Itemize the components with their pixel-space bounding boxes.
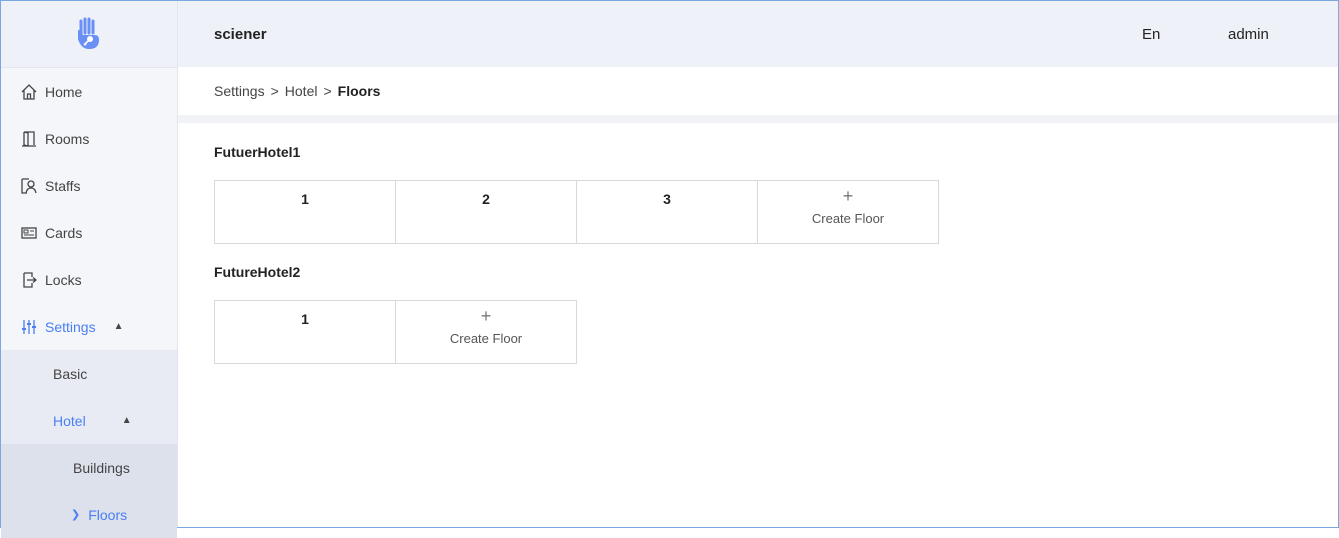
floor-number: 1 <box>301 191 309 207</box>
create-floor-label: Create Floor <box>449 331 523 346</box>
sidebar-item-label: Hotel <box>53 412 86 429</box>
sidebar-item-label: Locks <box>45 271 82 288</box>
hand-key-logo-icon <box>78 17 99 49</box>
card-icon <box>19 223 39 243</box>
sidebar: Home Rooms Staffs Cards Locks Settings ▲… <box>1 1 178 538</box>
create-floor-label: Create Floor <box>811 211 885 226</box>
floor-number: 1 <box>301 311 309 327</box>
sidebar-item-buildings[interactable]: Buildings <box>1 444 177 491</box>
sidebar-item-label: Buildings <box>73 459 130 476</box>
top-header: sciener En admin <box>178 1 1338 67</box>
sidebar-item-locks[interactable]: Locks <box>1 256 177 303</box>
breadcrumb-current: Floors <box>337 83 381 99</box>
building-title: FutuerHotel1 <box>214 144 301 160</box>
breadcrumb: Settings > Hotel > Floors <box>178 67 1338 123</box>
floor-card[interactable]: 1 <box>214 180 396 244</box>
create-floor-button[interactable]: + Create Floor <box>395 300 577 364</box>
sidebar-item-label: Staffs <box>45 177 81 194</box>
floor-grid: 1 2 3 + Create Floor <box>214 180 1319 244</box>
sidebar-item-hotel[interactable]: Hotel ▲ <box>1 397 177 444</box>
language-switch[interactable]: En <box>1142 26 1160 43</box>
plus-icon: + <box>842 186 854 206</box>
breadcrumb-separator: > <box>323 83 332 99</box>
breadcrumb-separator: > <box>270 83 279 99</box>
floor-number: 2 <box>482 191 490 207</box>
create-floor-button[interactable]: + Create Floor <box>757 180 939 244</box>
door-icon <box>19 129 39 149</box>
sidebar-item-floors[interactable]: ❯ Floors <box>1 491 177 538</box>
sidebar-item-settings[interactable]: Settings ▲ <box>1 303 177 350</box>
chevron-right-icon: ❯ <box>71 509 81 521</box>
hotel-submenu: Buildings ❯ Floors <box>1 444 177 538</box>
sidebar-item-label: Rooms <box>45 130 90 147</box>
building-section: FutureHotel2 1 + Create Floor <box>214 264 1319 364</box>
sidebar-item-home[interactable]: Home <box>1 68 177 115</box>
floor-card[interactable]: 1 <box>214 300 396 364</box>
sidebar-item-rooms[interactable]: Rooms <box>1 115 177 162</box>
sidebar-item-cards[interactable]: Cards <box>1 209 177 256</box>
floor-number: 3 <box>663 191 671 207</box>
chevron-up-icon: ▲ <box>121 415 132 426</box>
floor-grid: 1 + Create Floor <box>214 300 1319 364</box>
sidebar-item-label: Floors <box>88 506 128 523</box>
home-icon <box>19 82 39 102</box>
app-name: sciener <box>214 25 267 43</box>
settings-submenu: Basic Hotel ▲ Buildings ❯ Floors <box>1 350 177 538</box>
user-menu[interactable]: admin <box>1228 26 1269 43</box>
floor-card[interactable]: 3 <box>576 180 758 244</box>
logo[interactable] <box>1 1 177 68</box>
lock-icon <box>19 270 39 290</box>
staff-icon <box>19 176 39 196</box>
sidebar-item-label: Settings <box>45 318 96 335</box>
floor-card[interactable]: 2 <box>395 180 577 244</box>
building-section: FutuerHotel1 1 2 3 + Create Floor <box>214 144 1319 244</box>
breadcrumb-hotel[interactable]: Hotel <box>285 83 318 99</box>
chevron-up-icon: ▲ <box>113 321 124 332</box>
sidebar-item-label: Home <box>45 83 83 100</box>
plus-icon: + <box>480 306 492 326</box>
floors-content: FutuerHotel1 1 2 3 + Create Floor Future… <box>214 124 1319 364</box>
sidebar-item-basic[interactable]: Basic <box>1 350 177 397</box>
sliders-icon <box>19 317 39 337</box>
breadcrumb-settings[interactable]: Settings <box>214 83 265 99</box>
sidebar-item-label: Cards <box>45 224 83 241</box>
sidebar-item-label: Basic <box>53 365 88 382</box>
building-title: FutureHotel2 <box>214 264 301 280</box>
sidebar-item-staffs[interactable]: Staffs <box>1 162 177 209</box>
